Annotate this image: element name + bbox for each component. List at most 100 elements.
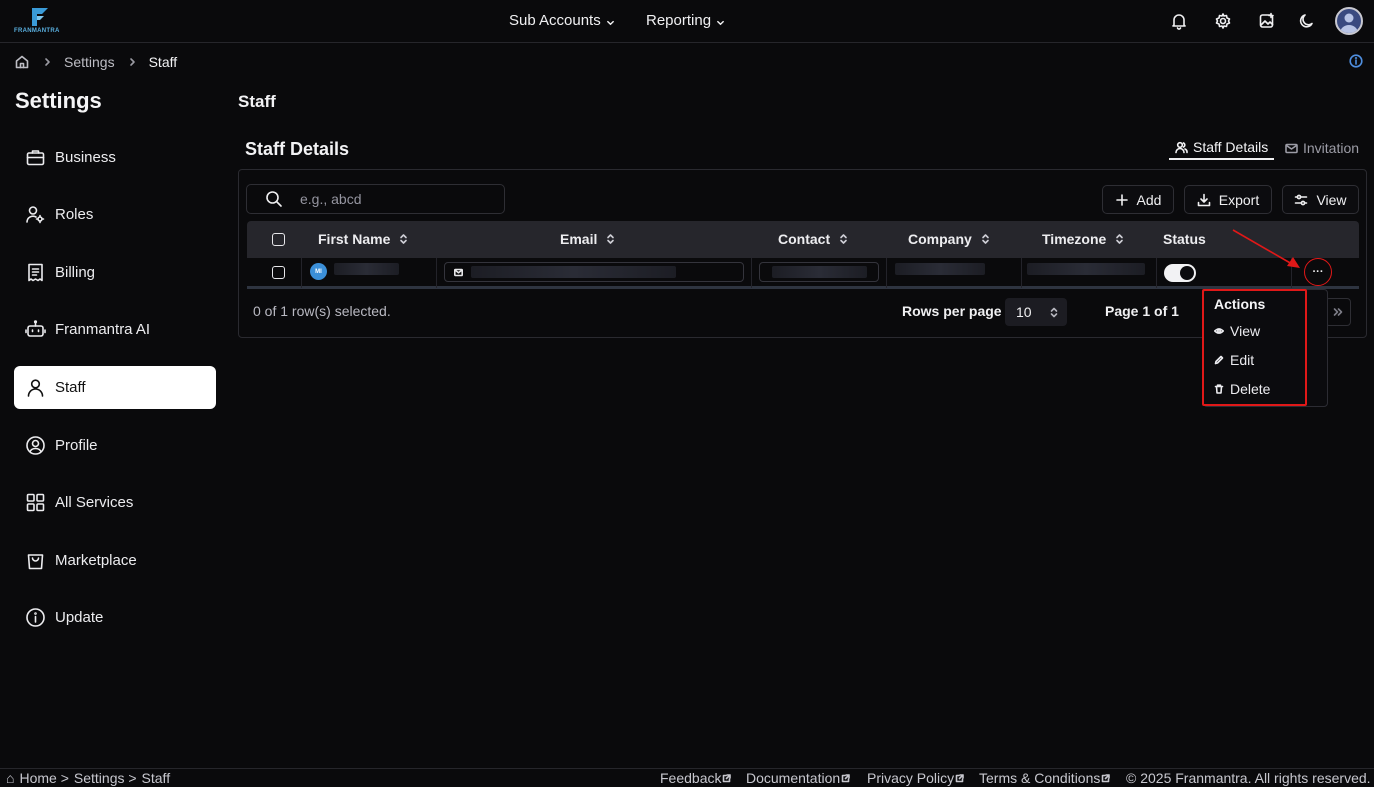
column-header-status: Status: [1163, 231, 1206, 247]
add-button[interactable]: Add: [1102, 185, 1174, 214]
menu-item-delete[interactable]: Delete: [1214, 381, 1270, 397]
contact-chip[interactable]: [759, 262, 879, 282]
column-header-contact[interactable]: Contact: [778, 231, 848, 247]
cell-divider: [301, 258, 302, 288]
copyright: © 2025 Franmantra. All rights reserved.: [1126, 770, 1371, 786]
search-input[interactable]: [300, 191, 490, 207]
link-label: Terms & Conditions: [979, 770, 1101, 786]
last-page-button[interactable]: [1325, 298, 1351, 326]
rows-per-page-value: 10: [1016, 304, 1032, 320]
sidebar-item-label: Profile: [55, 437, 98, 454]
sort-icon: [840, 234, 847, 244]
sidebar-title: Settings: [15, 88, 102, 113]
external-link-icon: [841, 773, 850, 782]
breadcrumb-settings[interactable]: Settings: [64, 54, 115, 70]
shopping-bag-icon: [27, 554, 44, 570]
chevron-down-icon: [717, 20, 724, 25]
tab-label: Invitation: [1303, 140, 1360, 156]
status-toggle[interactable]: [1164, 264, 1196, 282]
sidebar-item-staff[interactable]: Staff: [14, 366, 216, 409]
section-title: Staff Details: [245, 139, 350, 159]
column-label: Company: [908, 231, 972, 247]
grid-icon: [26, 493, 45, 512]
external-link-icon: [1102, 773, 1111, 782]
sidebar-item-franmantra-ai[interactable]: Franmantra AI: [14, 308, 216, 351]
sidebar-item-update[interactable]: Update: [14, 596, 216, 639]
user-circle-icon: [26, 436, 45, 455]
cell-divider: [1021, 258, 1022, 288]
view-options-button[interactable]: View: [1282, 185, 1359, 214]
link-label: Feedback: [660, 770, 722, 786]
chevron-right-icon: [45, 58, 50, 66]
sidebar-item-marketplace[interactable]: Marketplace: [14, 539, 216, 582]
sidebar-item-business[interactable]: Business: [14, 136, 216, 179]
terms-link[interactable]: Terms & Conditions: [979, 770, 1111, 786]
moon-icon[interactable]: [1297, 11, 1317, 31]
avatar[interactable]: [1335, 7, 1363, 35]
trash-icon: [1214, 384, 1224, 394]
eye-icon: [1214, 328, 1224, 334]
export-button[interactable]: Export: [1184, 185, 1272, 214]
footer-crumb-home[interactable]: Home >: [19, 770, 68, 786]
sidebar-item-label: Staff: [55, 379, 86, 396]
tab-label: Staff Details: [1193, 139, 1269, 155]
sub-accounts-menu[interactable]: Sub Accounts: [509, 12, 615, 29]
menu-item-view[interactable]: View: [1214, 323, 1260, 339]
row-checkbox[interactable]: [272, 266, 285, 279]
view-label: View: [1316, 191, 1347, 208]
redacted-contact: [772, 266, 867, 278]
email-chip[interactable]: [444, 262, 744, 282]
sub-accounts-label: Sub Accounts: [509, 12, 601, 29]
mail-icon: [1285, 143, 1298, 153]
link-label: Privacy Policy: [867, 770, 955, 786]
info-icon: [26, 608, 45, 627]
sort-icon: [607, 234, 615, 244]
rows-per-page-label: Rows per page: [902, 303, 1002, 319]
column-header-company[interactable]: Company: [908, 231, 990, 247]
external-link-icon: [723, 773, 732, 782]
add-label: Add: [1136, 191, 1162, 208]
image-icon[interactable]: [1257, 11, 1277, 31]
column-header-email[interactable]: Email: [560, 231, 615, 247]
home-icon[interactable]: ⌂: [6, 770, 14, 786]
search-field[interactable]: [246, 184, 505, 214]
page-title: Staff: [238, 92, 276, 111]
sidebar-item-profile[interactable]: Profile: [14, 424, 216, 467]
table-header: First Name Email Contact Company Timezon…: [247, 221, 1359, 258]
table-row[interactable]: MI: [247, 258, 1359, 289]
info-icon[interactable]: [1349, 54, 1363, 68]
cell-divider: [751, 258, 752, 288]
privacy-policy-link[interactable]: Privacy Policy: [867, 770, 964, 786]
tab-staff-details[interactable]: Staff Details: [1169, 136, 1275, 160]
sidebar-item-label: All Services: [55, 494, 134, 511]
row-actions-button[interactable]: ···: [1304, 258, 1332, 286]
select-all-checkbox[interactable]: [272, 233, 285, 246]
sidebar-item-roles[interactable]: Roles: [14, 193, 216, 236]
briefcase-icon: [26, 150, 45, 166]
gear-icon[interactable]: [1213, 11, 1233, 31]
breadcrumb-current: Staff: [148, 54, 178, 70]
reporting-menu[interactable]: Reporting: [646, 12, 725, 29]
chevron-up-down-icon: [1050, 307, 1057, 317]
redacted-email: [471, 266, 676, 278]
menu-item-edit[interactable]: Edit: [1214, 352, 1254, 368]
column-header-first-name[interactable]: First Name: [318, 231, 408, 247]
home-icon[interactable]: [14, 54, 30, 70]
sidebar-item-billing[interactable]: Billing: [14, 251, 216, 294]
sidebar-item-label: Billing: [55, 264, 96, 281]
bell-icon[interactable]: [1169, 11, 1189, 31]
feedback-link[interactable]: Feedback: [660, 770, 732, 786]
franmantra-logo[interactable]: FRANMANTRA: [14, 6, 66, 36]
cell-divider: [1156, 258, 1157, 288]
column-header-timezone[interactable]: Timezone: [1042, 231, 1124, 247]
tab-invitation[interactable]: Invitation: [1279, 136, 1365, 160]
sidebar-item-label: Update: [55, 609, 104, 626]
redacted-company: [895, 263, 985, 275]
documentation-link[interactable]: Documentation: [746, 770, 850, 786]
footer-crumb-settings[interactable]: Settings >: [74, 770, 137, 786]
link-label: Documentation: [746, 770, 841, 786]
users-icon: [1175, 141, 1188, 153]
rows-per-page-select[interactable]: 10: [1005, 298, 1067, 326]
external-link-icon: [955, 773, 964, 782]
sidebar-item-all-services[interactable]: All Services: [14, 481, 216, 524]
